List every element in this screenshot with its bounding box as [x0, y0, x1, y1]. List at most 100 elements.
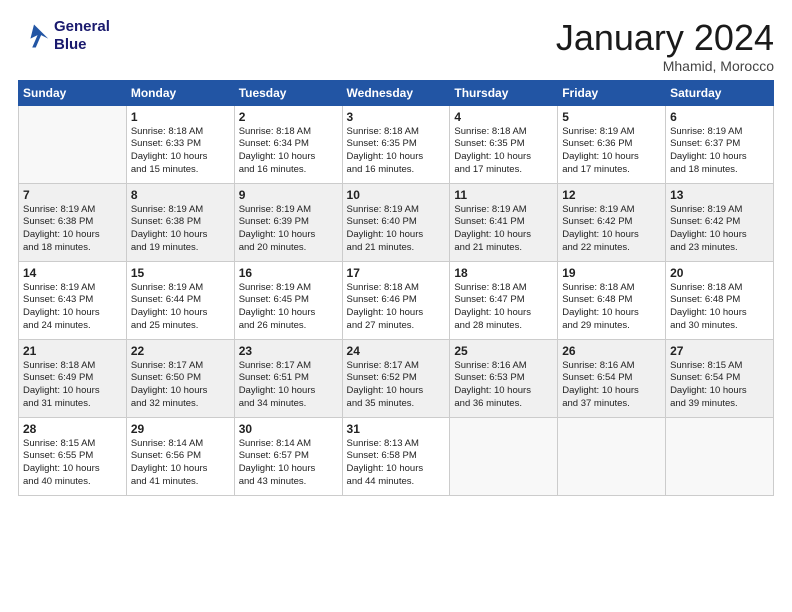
table-row: 11 Sunrise: 8:19 AM Sunset: 6:41 PM Dayli… — [450, 183, 558, 261]
table-row: 10 Sunrise: 8:19 AM Sunset: 6:40 PM Dayli… — [342, 183, 450, 261]
day-info: Sunrise: 8:18 AM Sunset: 6:33 PM Dayligh… — [131, 126, 230, 177]
table-row: 20Sunrise: 8:18 AM Sunset: 6:48 PM Dayli… — [666, 261, 774, 339]
day-number: 31 — [347, 422, 446, 436]
day-number: 11 — [454, 188, 553, 202]
day-info: Sunrise: 8:19 AM Sunset: 6:42 PM Dayligh… — [670, 204, 769, 255]
day-number: 16 — [239, 266, 338, 280]
col-sunday: Sunday — [19, 80, 127, 105]
logo-text: General Blue — [54, 18, 110, 54]
day-info: Sunrise: 8:19 AM Sunset: 6:44 PM Dayligh… — [131, 282, 230, 333]
day-info: Sunrise: 8:15 AM Sunset: 6:54 PM Dayligh… — [670, 360, 769, 411]
day-number: 12 — [562, 188, 661, 202]
table-row — [558, 417, 666, 495]
day-info: Sunrise: 8:15 AM Sunset: 6:55 PM Dayligh… — [23, 438, 122, 489]
page: General Blue January 2024 Mhamid, Morocc… — [0, 0, 792, 506]
day-info: Sunrise: 8:19 AM Sunset: 6:38 PM Dayligh… — [23, 204, 122, 255]
day-info: Sunrise: 8:18 AM Sunset: 6:48 PM Dayligh… — [562, 282, 661, 333]
day-number: 6 — [670, 110, 769, 124]
logo: General Blue — [18, 18, 110, 54]
table-row — [450, 417, 558, 495]
table-row: 2 Sunrise: 8:18 AM Sunset: 6:34 PM Daylig… — [234, 105, 342, 183]
day-info: Sunrise: 8:18 AM Sunset: 6:34 PM Dayligh… — [239, 126, 338, 177]
day-info: Sunrise: 8:14 AM Sunset: 6:57 PM Dayligh… — [239, 438, 338, 489]
table-row: 7Sunrise: 8:19 AM Sunset: 6:38 PM Daylig… — [19, 183, 127, 261]
week-row-3: 14Sunrise: 8:19 AM Sunset: 6:43 PM Dayli… — [19, 261, 774, 339]
table-row: 25Sunrise: 8:16 AM Sunset: 6:53 PM Dayli… — [450, 339, 558, 417]
day-number: 24 — [347, 344, 446, 358]
table-row: 13 Sunrise: 8:19 AM Sunset: 6:42 PM Dayli… — [666, 183, 774, 261]
week-row-1: 1 Sunrise: 8:18 AM Sunset: 6:33 PM Daylig… — [19, 105, 774, 183]
day-number: 22 — [131, 344, 230, 358]
day-info: Sunrise: 8:19 AM Sunset: 6:40 PM Dayligh… — [347, 204, 446, 255]
day-info: Sunrise: 8:19 AM Sunset: 6:37 PM Dayligh… — [670, 126, 769, 177]
week-row-4: 21 Sunrise: 8:18 AM Sunset: 6:49 PM Dayli… — [19, 339, 774, 417]
day-number: 30 — [239, 422, 338, 436]
table-row — [19, 105, 127, 183]
table-row: 18Sunrise: 8:18 AM Sunset: 6:47 PM Dayli… — [450, 261, 558, 339]
day-info: Sunrise: 8:17 AM Sunset: 6:52 PM Dayligh… — [347, 360, 446, 411]
day-number: 9 — [239, 188, 338, 202]
day-number: 8 — [131, 188, 230, 202]
table-row: 3 Sunrise: 8:18 AM Sunset: 6:35 PM Daylig… — [342, 105, 450, 183]
day-info: Sunrise: 8:18 AM Sunset: 6:35 PM Dayligh… — [347, 126, 446, 177]
day-info: Sunrise: 8:19 AM Sunset: 6:36 PM Dayligh… — [562, 126, 661, 177]
header-row: General Blue January 2024 Mhamid, Morocc… — [18, 18, 774, 74]
day-number: 4 — [454, 110, 553, 124]
day-number: 10 — [347, 188, 446, 202]
day-number: 14 — [23, 266, 122, 280]
day-number: 17 — [347, 266, 446, 280]
location-subtitle: Mhamid, Morocco — [556, 58, 774, 74]
day-info: Sunrise: 8:19 AM Sunset: 6:38 PM Dayligh… — [131, 204, 230, 255]
day-info: Sunrise: 8:18 AM Sunset: 6:49 PM Dayligh… — [23, 360, 122, 411]
day-info: Sunrise: 8:19 AM Sunset: 6:45 PM Dayligh… — [239, 282, 338, 333]
logo-icon — [18, 22, 50, 50]
table-row: 8 Sunrise: 8:19 AM Sunset: 6:38 PM Daylig… — [126, 183, 234, 261]
day-number: 19 — [562, 266, 661, 280]
table-row: 31 Sunrise: 8:13 AM Sunset: 6:58 PM Dayli… — [342, 417, 450, 495]
table-row: 16 Sunrise: 8:19 AM Sunset: 6:45 PM Dayli… — [234, 261, 342, 339]
table-row: 21 Sunrise: 8:18 AM Sunset: 6:49 PM Dayli… — [19, 339, 127, 417]
day-info: Sunrise: 8:19 AM Sunset: 6:39 PM Dayligh… — [239, 204, 338, 255]
day-info: Sunrise: 8:18 AM Sunset: 6:47 PM Dayligh… — [454, 282, 553, 333]
table-row: 9 Sunrise: 8:19 AM Sunset: 6:39 PM Daylig… — [234, 183, 342, 261]
table-row: 5 Sunrise: 8:19 AM Sunset: 6:36 PM Daylig… — [558, 105, 666, 183]
day-number: 2 — [239, 110, 338, 124]
table-row: 29 Sunrise: 8:14 AM Sunset: 6:56 PM Dayli… — [126, 417, 234, 495]
logo-line1: General — [54, 18, 110, 35]
day-number: 26 — [562, 344, 661, 358]
table-row: 19 Sunrise: 8:18 AM Sunset: 6:48 PM Dayli… — [558, 261, 666, 339]
table-row: 15 Sunrise: 8:19 AM Sunset: 6:44 PM Dayli… — [126, 261, 234, 339]
col-saturday: Saturday — [666, 80, 774, 105]
day-info: Sunrise: 8:13 AM Sunset: 6:58 PM Dayligh… — [347, 438, 446, 489]
day-info: Sunrise: 8:19 AM Sunset: 6:42 PM Dayligh… — [562, 204, 661, 255]
day-info: Sunrise: 8:16 AM Sunset: 6:53 PM Dayligh… — [454, 360, 553, 411]
day-number: 3 — [347, 110, 446, 124]
table-row: 26Sunrise: 8:16 AM Sunset: 6:54 PM Dayli… — [558, 339, 666, 417]
day-number: 15 — [131, 266, 230, 280]
col-wednesday: Wednesday — [342, 80, 450, 105]
col-tuesday: Tuesday — [234, 80, 342, 105]
table-row: 1 Sunrise: 8:18 AM Sunset: 6:33 PM Daylig… — [126, 105, 234, 183]
day-number: 29 — [131, 422, 230, 436]
table-row: 28Sunrise: 8:15 AM Sunset: 6:55 PM Dayli… — [19, 417, 127, 495]
week-row-2: 7Sunrise: 8:19 AM Sunset: 6:38 PM Daylig… — [19, 183, 774, 261]
day-number: 13 — [670, 188, 769, 202]
table-row: 17 Sunrise: 8:18 AM Sunset: 6:46 PM Dayli… — [342, 261, 450, 339]
table-row: 23Sunrise: 8:17 AM Sunset: 6:51 PM Dayli… — [234, 339, 342, 417]
table-row: 24 Sunrise: 8:17 AM Sunset: 6:52 PM Dayli… — [342, 339, 450, 417]
header-row-days: Sunday Monday Tuesday Wednesday Thursday… — [19, 80, 774, 105]
day-number: 1 — [131, 110, 230, 124]
table-row: 6 Sunrise: 8:19 AM Sunset: 6:37 PM Daylig… — [666, 105, 774, 183]
logo-line2: Blue — [54, 36, 87, 53]
day-info: Sunrise: 8:14 AM Sunset: 6:56 PM Dayligh… — [131, 438, 230, 489]
day-info: Sunrise: 8:18 AM Sunset: 6:46 PM Dayligh… — [347, 282, 446, 333]
table-row: 4Sunrise: 8:18 AM Sunset: 6:35 PM Daylig… — [450, 105, 558, 183]
day-info: Sunrise: 8:19 AM Sunset: 6:41 PM Dayligh… — [454, 204, 553, 255]
table-row: 12 Sunrise: 8:19 AM Sunset: 6:42 PM Dayli… — [558, 183, 666, 261]
table-row: 30 Sunrise: 8:14 AM Sunset: 6:57 PM Dayli… — [234, 417, 342, 495]
day-number: 27 — [670, 344, 769, 358]
day-number: 21 — [23, 344, 122, 358]
day-number: 5 — [562, 110, 661, 124]
table-row: 14Sunrise: 8:19 AM Sunset: 6:43 PM Dayli… — [19, 261, 127, 339]
col-thursday: Thursday — [450, 80, 558, 105]
